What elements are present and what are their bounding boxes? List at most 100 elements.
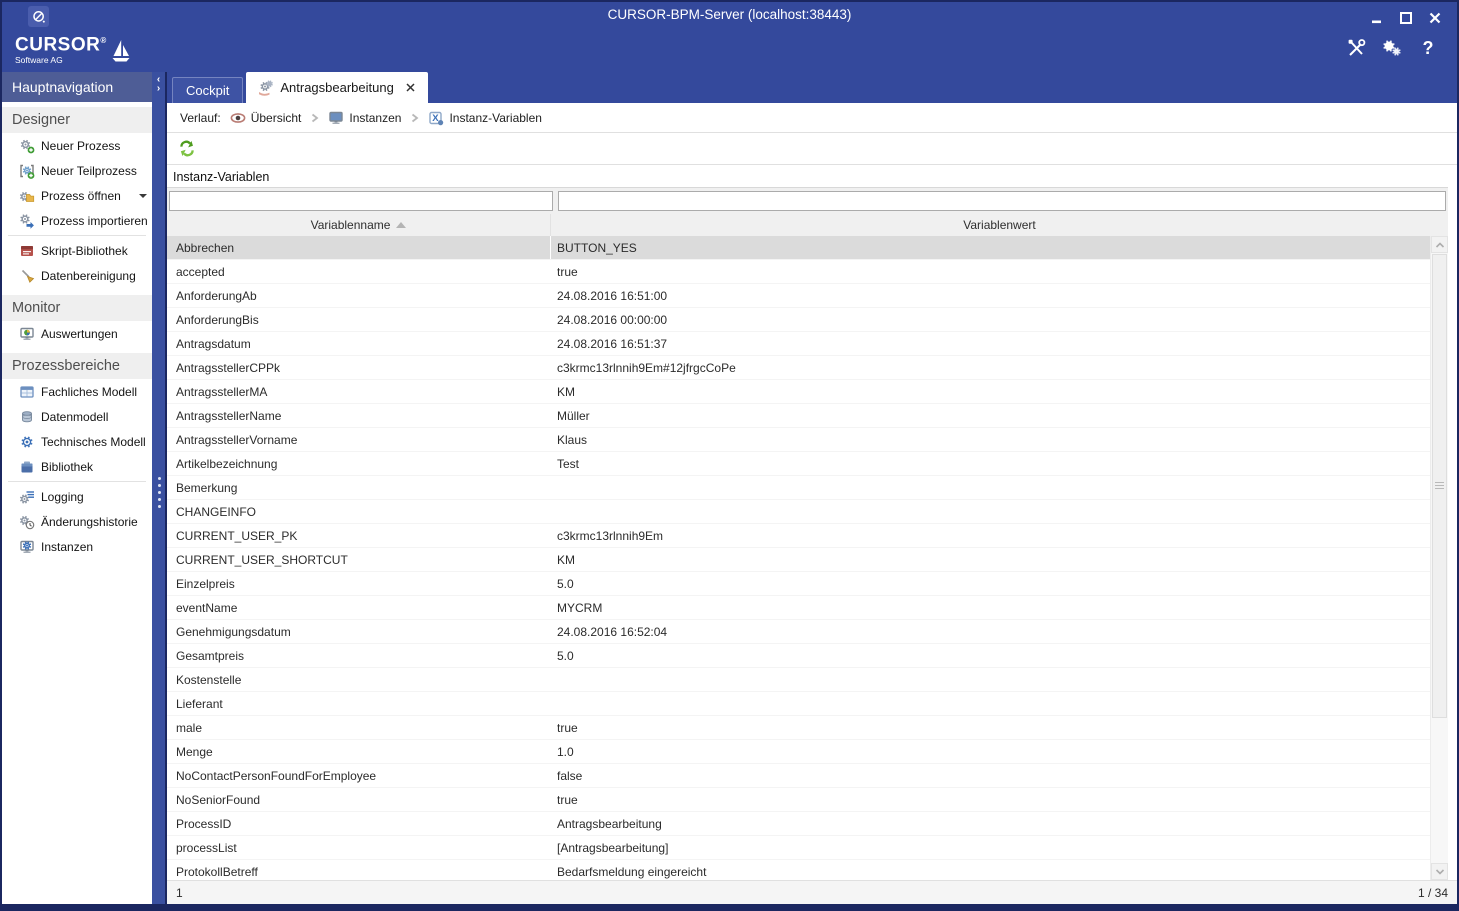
sidebar-item-auswertungen[interactable]: Auswertungen — [2, 321, 152, 346]
table-title: Instanz-Variablen — [167, 165, 1457, 187]
sidebar-item-skript-bibliothek[interactable]: Skript-Bibliothek — [2, 238, 152, 263]
dropdown-caret-icon[interactable] — [139, 194, 147, 198]
table-row[interactable]: Bemerkung — [167, 476, 1430, 500]
maximize-button[interactable] — [1396, 9, 1416, 26]
sidebar-item-anderungshistorie[interactable]: Änderungshistorie — [2, 509, 152, 534]
variable-value-cell: 24.08.2016 16:51:37 — [551, 337, 1430, 351]
scroll-up-button[interactable] — [1431, 236, 1448, 253]
column-header-variablenname[interactable]: Variablenname — [167, 214, 551, 236]
sidebar-item-label: Prozess öffnen — [41, 189, 121, 203]
settings-tools-button[interactable] — [1345, 37, 1367, 59]
minimize-icon — [1370, 11, 1384, 25]
instances-icon — [19, 539, 35, 555]
table-row[interactable]: Kostenstelle — [167, 668, 1430, 692]
table-header-row: Variablenname Variablenwert — [167, 214, 1448, 236]
sidebar-item-logging[interactable]: Logging — [2, 484, 152, 509]
table-row[interactable]: NoSeniorFoundtrue — [167, 788, 1430, 812]
variable-name-cell: CURRENT_USER_PK — [167, 529, 551, 543]
scroll-thumb[interactable] — [1432, 254, 1447, 718]
scroll-track[interactable] — [1431, 253, 1448, 863]
sidebar-item-instanzen[interactable]: Instanzen — [2, 534, 152, 559]
variable-value-cell: c3krmc13rlnnih9Em#12jfrgcCoPe — [551, 361, 1430, 375]
variable-name-cell: eventName — [167, 601, 551, 615]
variablenname-filter-input[interactable] — [169, 191, 553, 211]
tab-cockpit[interactable]: Cockpit — [172, 77, 243, 103]
close-button[interactable] — [1425, 9, 1445, 26]
new-process-icon — [19, 138, 35, 154]
variable-value-cell: c3krmc13rlnnih9Em — [551, 529, 1430, 543]
table-row[interactable]: ProcessIDAntragsbearbeitung — [167, 812, 1430, 836]
window-controls — [1367, 9, 1445, 26]
variable-name-cell: male — [167, 721, 551, 735]
sidebar-item-bibliothek[interactable]: Bibliothek — [2, 454, 152, 479]
script-library-icon — [19, 243, 35, 259]
table-row[interactable]: AntragsstellerNameMüller — [167, 404, 1430, 428]
sidebar-item-prozess-offnen[interactable]: Prozess öffnen — [2, 183, 152, 208]
table-row[interactable]: Einzelpreis5.0 — [167, 572, 1430, 596]
close-tab-icon[interactable] — [405, 82, 417, 94]
close-icon — [1428, 11, 1442, 25]
sidebar-item-prozess-importieren[interactable]: Prozess importieren — [2, 208, 152, 233]
table-row[interactable]: acceptedtrue — [167, 260, 1430, 284]
sidebar-item-label: Auswertungen — [41, 327, 118, 341]
sidebar-splitter[interactable]: ‹› — [152, 72, 165, 904]
table-row[interactable]: ProtokollBetreffBedarfsmeldung eingereic… — [167, 860, 1430, 880]
variable-name-cell: AntragsstellerCPPk — [167, 361, 551, 375]
table-row[interactable]: CURRENT_USER_PKc3krmc13rlnnih9Em — [167, 524, 1430, 548]
services-button[interactable] — [1381, 37, 1403, 59]
sidebar-item-label: Skript-Bibliothek — [41, 244, 128, 258]
table-row[interactable]: processList[Antragsbearbeitung] — [167, 836, 1430, 860]
sidebar-item-fachliches-modell[interactable]: Fachliches Modell — [2, 379, 152, 404]
table-row[interactable]: ArtikelbezeichnungTest — [167, 452, 1430, 476]
refresh-button[interactable] — [176, 138, 198, 160]
variable-name-cell: Artikelbezeichnung — [167, 457, 551, 471]
table-row[interactable]: CURRENT_USER_SHORTCUTKM — [167, 548, 1430, 572]
sidebar-item-neuer-teilprozess[interactable]: Neuer Teilprozess — [2, 158, 152, 183]
sidebar-item-technisches-modell[interactable]: Technisches Modell — [2, 429, 152, 454]
table-row[interactable]: NoContactPersonFoundForEmployeefalse — [167, 764, 1430, 788]
table-row[interactable]: AnforderungAb24.08.2016 16:51:00 — [167, 284, 1430, 308]
table-row[interactable]: Genehmigungsdatum24.08.2016 16:52:04 — [167, 620, 1430, 644]
breadcrumb-item-instanz-variablen[interactable]: XInstanz-Variablen — [428, 110, 542, 126]
sidebar-item-label: Neuer Prozess — [41, 139, 120, 153]
table-row[interactable]: AbbrechenBUTTON_YES — [167, 236, 1430, 260]
variable-name-cell: Einzelpreis — [167, 577, 551, 591]
sidebar-item-neuer-prozess[interactable]: Neuer Prozess — [2, 133, 152, 158]
chevron-right-icon — [309, 112, 320, 124]
table-row[interactable]: Gesamtpreis5.0 — [167, 644, 1430, 668]
sidebar-item-label: Technisches Modell — [41, 435, 146, 449]
help-icon: ? — [1423, 38, 1434, 59]
table-row[interactable]: Antragsdatum24.08.2016 16:51:37 — [167, 332, 1430, 356]
table-row[interactable]: AntragsstellerCPPkc3krmc13rlnnih9Em#12jf… — [167, 356, 1430, 380]
sidebar-item-datenmodell[interactable]: Datenmodell — [2, 404, 152, 429]
variable-name-cell: AnforderungBis — [167, 313, 551, 327]
variablenwert-filter-input[interactable] — [558, 191, 1446, 211]
import-process-icon — [19, 213, 35, 229]
column-header-variablenwert[interactable]: Variablenwert — [551, 214, 1448, 236]
table-row[interactable]: AntragsstellerVornameKlaus — [167, 428, 1430, 452]
logging-icon — [19, 489, 35, 505]
tab-antragsbearbeitung[interactable]: Antragsbearbeitung — [246, 72, 427, 103]
breadcrumb-item-instanzen[interactable]: Instanzen — [328, 110, 401, 126]
new-subprocess-icon — [19, 163, 35, 179]
sidebar-item-label: Datenmodell — [41, 410, 108, 424]
table-row[interactable]: Menge1.0 — [167, 740, 1430, 764]
minimize-button[interactable] — [1367, 9, 1387, 26]
splitter-collapse-arrows[interactable]: ‹› — [152, 75, 165, 93]
help-button[interactable]: ? — [1417, 37, 1439, 59]
content-panel: CockpitAntragsbearbeitung Verlauf: Übers… — [165, 72, 1457, 904]
table-row[interactable]: maletrue — [167, 716, 1430, 740]
scroll-down-button[interactable] — [1431, 863, 1448, 880]
table-row[interactable]: eventNameMYCRM — [167, 596, 1430, 620]
vertical-scrollbar[interactable] — [1430, 236, 1448, 880]
table-row[interactable]: Lieferant — [167, 692, 1430, 716]
table-row[interactable]: AnforderungBis24.08.2016 00:00:00 — [167, 308, 1430, 332]
table-row[interactable]: CHANGEINFO — [167, 500, 1430, 524]
table-row[interactable]: AntragsstellerMAKM — [167, 380, 1430, 404]
data-cleanup-icon — [19, 268, 35, 284]
sidebar-item-datenbereinigung[interactable]: Datenbereinigung — [2, 263, 152, 288]
section-title-designer: Designer — [2, 107, 152, 133]
variable-value-cell: 5.0 — [551, 649, 1430, 663]
breadcrumb-item-ubersicht[interactable]: Übersicht — [230, 110, 302, 126]
column-header-label: Variablenwert — [963, 218, 1035, 232]
